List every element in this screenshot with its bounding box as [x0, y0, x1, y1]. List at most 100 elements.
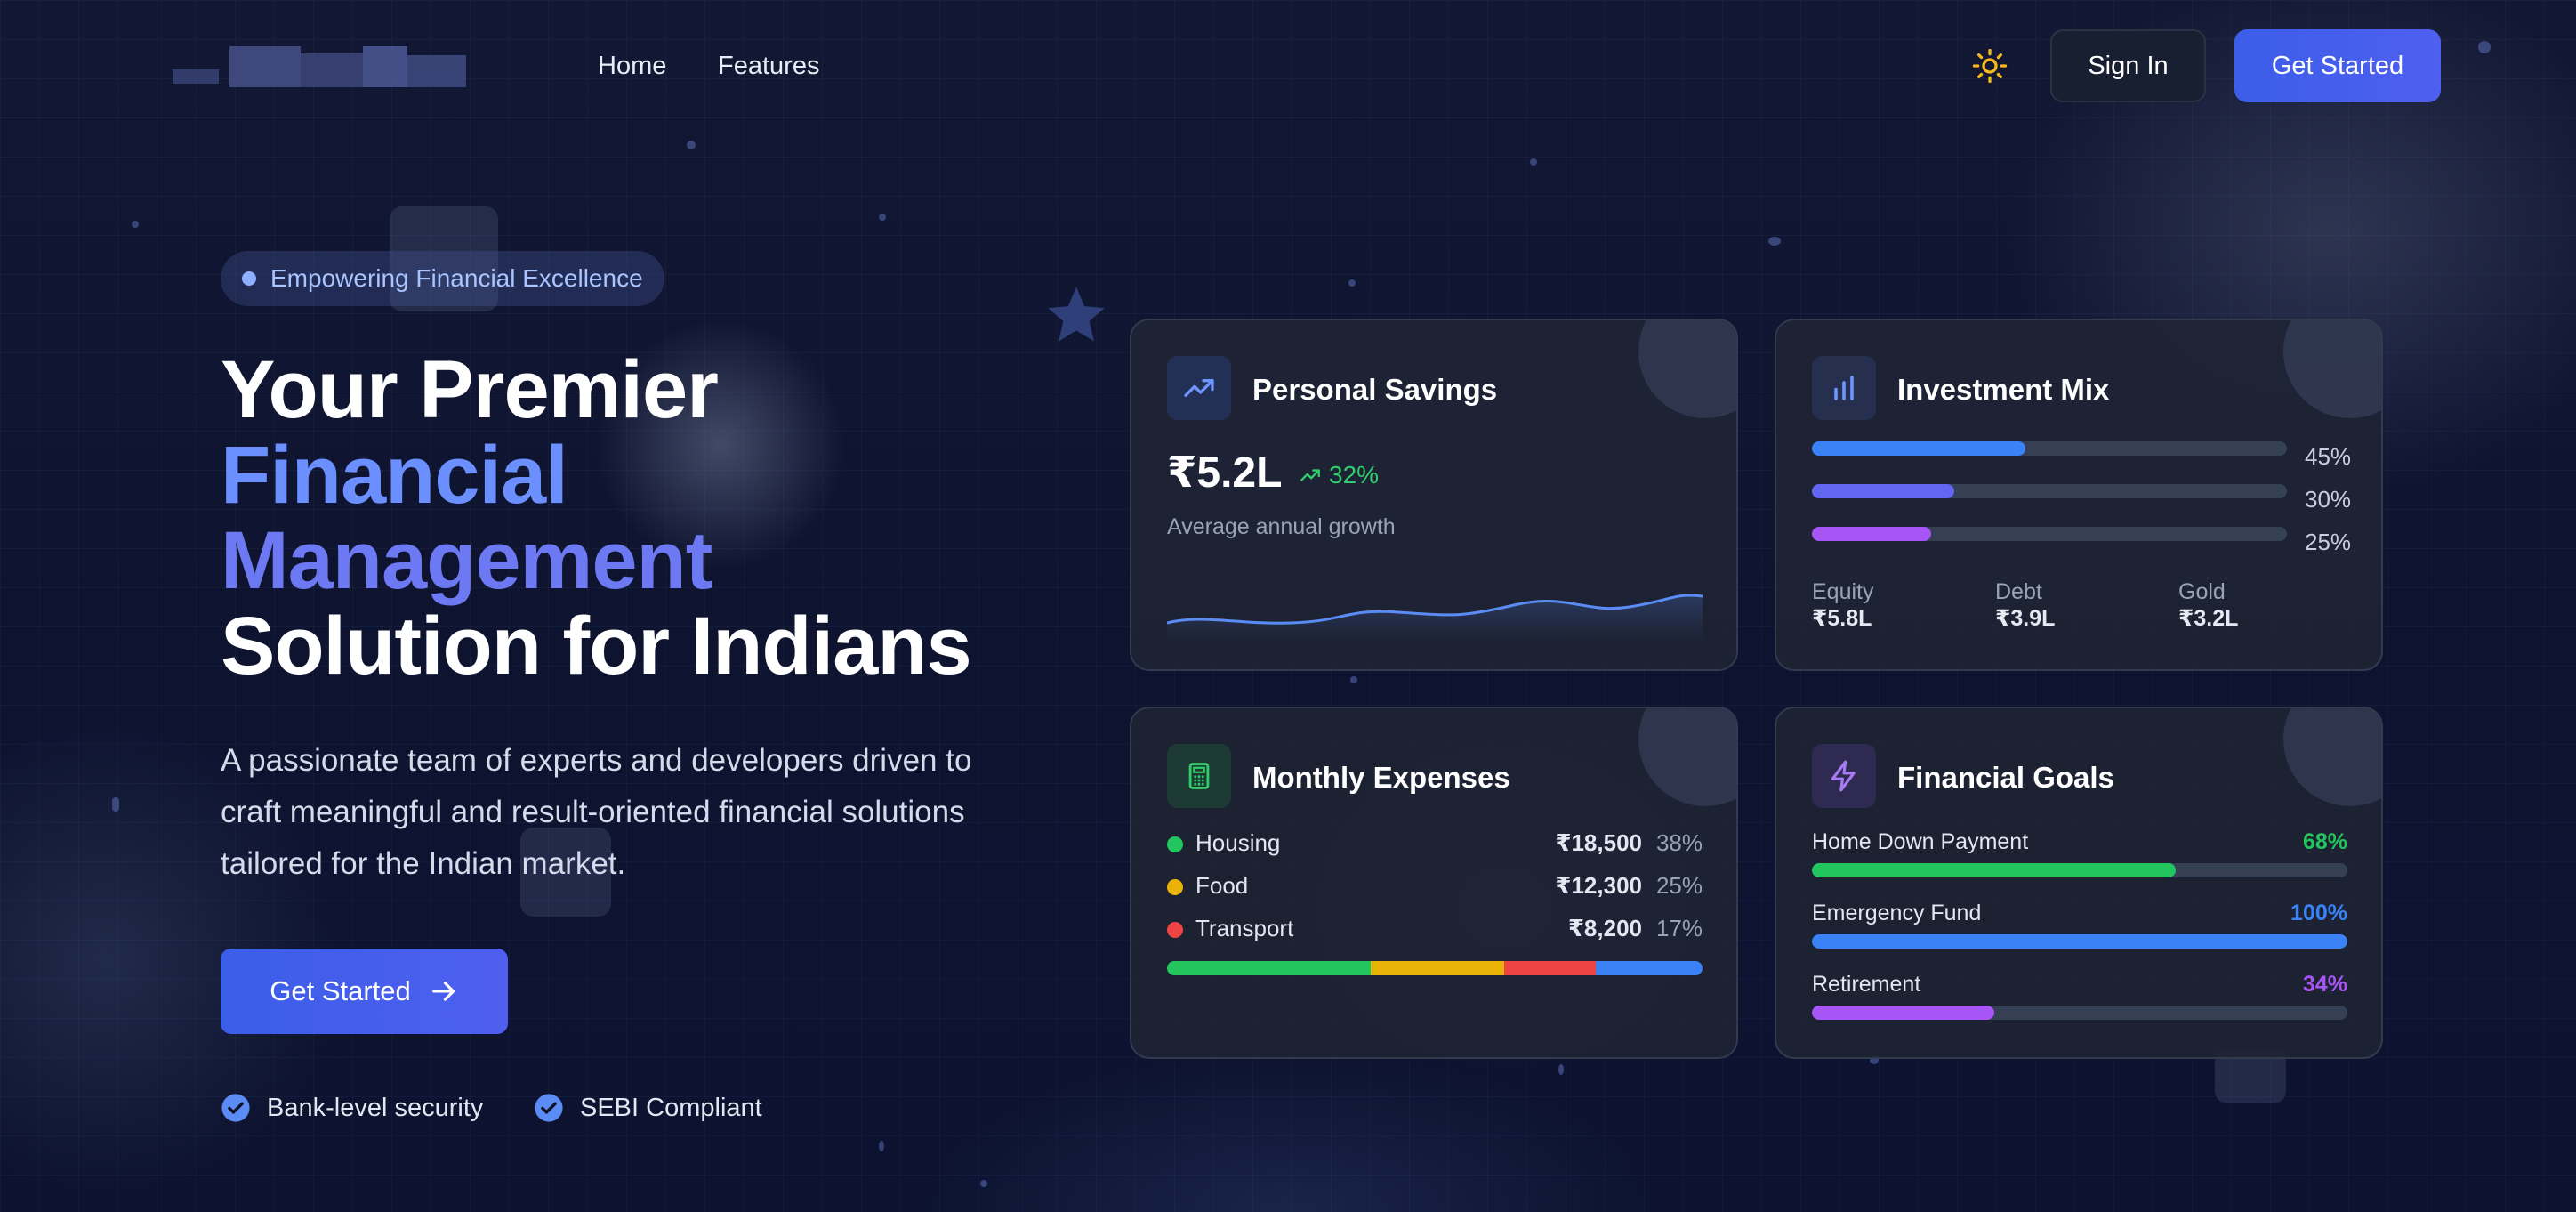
expense-color-dot: [1167, 879, 1183, 895]
expense-row-transport: Transport ₹8,200 17%: [1167, 915, 1703, 945]
expense-amount: ₹18,500: [1555, 829, 1642, 856]
goal-progress-fill: [1812, 863, 2177, 877]
allocation-value: ₹3.9L: [1995, 606, 2056, 631]
monthly-expenses-card: Monthly Expenses Housing ₹18,500 38% Foo…: [1130, 707, 1738, 1059]
expense-color-dot: [1167, 836, 1183, 852]
goal-name: Home Down Payment: [1812, 829, 2029, 854]
investment-mix-card: Investment Mix 45% 30% 25% Equity ₹5.8L …: [1775, 319, 2383, 671]
bar-chart-icon: [1834, 376, 1854, 400]
financial-goals-card: Financial Goals Home Down Payment 68% Em…: [1775, 707, 2383, 1059]
background-dot: [879, 214, 886, 221]
goal-name: Retirement: [1812, 972, 1921, 997]
allocation-value: ₹5.8L: [1812, 606, 1872, 631]
expense-amount: ₹12,300: [1555, 872, 1642, 899]
hero-title-highlight: Financial: [221, 430, 568, 521]
goal-progress-fill: [1812, 1006, 1994, 1020]
expense-amount: ₹8,200: [1567, 915, 1642, 941]
expense-color-dot: [1167, 922, 1183, 938]
goal-percent: 34%: [2302, 972, 2347, 997]
feature-label: Bank-level security: [267, 1093, 484, 1122]
hero-title-highlight: Management: [221, 515, 712, 606]
savings-icon-box: [1167, 356, 1231, 420]
goal-progress-fill: [1812, 934, 2347, 949]
allocation-label: Gold: [2178, 579, 2226, 604]
nav-link-home[interactable]: Home: [598, 52, 666, 80]
expense-percent: 17%: [1655, 915, 1703, 941]
hero-description: A passionate team of experts and develop…: [221, 743, 972, 881]
hero-cta-label: Get Started: [270, 975, 411, 1006]
background-dot: [980, 1180, 987, 1187]
investment-bar-track: [1812, 441, 2287, 456]
background-dot: [1768, 237, 1781, 246]
allocation-equity: Equity ₹5.8L: [1812, 578, 1873, 632]
card-title: Monthly Expenses: [1252, 761, 1510, 794]
feature-bank-security: Bank-level security: [221, 1093, 483, 1123]
savings-growth: 32%: [1299, 461, 1379, 489]
trending-up-icon: [1300, 469, 1320, 481]
investment-bar-percent: 25%: [2305, 529, 2352, 555]
goal-name: Emergency Fund: [1812, 901, 1982, 925]
allocation-gold: Gold ₹3.2L: [2178, 578, 2238, 632]
goal-progress-track: [1812, 1006, 2347, 1020]
goal-progress-track: [1812, 934, 2347, 949]
expense-bar-segment: [1370, 961, 1505, 975]
hero-get-started-button[interactable]: Get Started: [221, 949, 508, 1034]
check-badge-icon: [535, 1094, 563, 1122]
theme-toggle-button[interactable]: [1962, 36, 2017, 96]
hero-badge: Empowering Financial Excellence: [221, 251, 664, 306]
top-navbar: Home Features Sign In Get Started: [0, 0, 2576, 132]
expense-bar-segment: [1504, 961, 1596, 975]
personal-savings-card: Personal Savings ₹5.2L 32% Average annua…: [1130, 319, 1738, 671]
goal-percent: 100%: [2290, 901, 2347, 925]
investment-bar-fill: [1812, 527, 1931, 541]
allocation-label: Equity: [1812, 579, 1874, 604]
trending-up-icon: [1184, 379, 1214, 397]
goal-percent: 68%: [2302, 829, 2347, 854]
growth-percent: 32%: [1329, 461, 1380, 489]
allocation-debt: Debt ₹3.9L: [1995, 578, 2055, 632]
investment-icon-box: [1812, 356, 1876, 420]
check-badge-icon: [221, 1094, 250, 1122]
investment-bar-fill: [1812, 441, 2026, 456]
background-dot: [1558, 1064, 1564, 1075]
hero-title-line: Your Premier: [221, 344, 719, 435]
sign-in-button[interactable]: Sign In: [2050, 29, 2206, 102]
calculator-icon: [1188, 763, 1210, 789]
nav-link-features[interactable]: Features: [718, 52, 819, 80]
investment-bar-percent: 30%: [2305, 486, 2352, 513]
expense-bar-segment: [1167, 961, 1371, 975]
hero-title-line: Solution for Indians: [221, 601, 972, 691]
expenses-icon-box: [1167, 744, 1231, 808]
savings-sparkline: [1167, 594, 1703, 641]
expense-row-housing: Housing ₹18,500 38%: [1167, 829, 1703, 860]
background-dot: [879, 1141, 884, 1151]
background-dot: [1348, 279, 1356, 287]
expense-percent: 38%: [1655, 829, 1703, 856]
investment-bar-track: [1812, 484, 2287, 498]
allocation-label: Debt: [1995, 579, 2042, 604]
feature-sebi-compliant: SEBI Compliant: [534, 1093, 762, 1123]
investment-bar-track: [1812, 527, 2287, 541]
background-dot: [687, 141, 696, 149]
savings-subtitle: Average annual growth: [1167, 514, 1396, 539]
background-dot: [1530, 158, 1537, 166]
expense-name: Food: [1195, 872, 1249, 899]
expense-name: Transport: [1195, 915, 1294, 941]
card-title: Investment Mix: [1897, 373, 2110, 406]
feature-label: SEBI Compliant: [580, 1093, 762, 1122]
sun-icon: [1972, 48, 2008, 84]
card-title: Personal Savings: [1252, 373, 1498, 406]
goal-progress-track: [1812, 863, 2347, 877]
goals-icon-box: [1812, 744, 1876, 808]
expense-stacked-bar: [1167, 961, 1703, 975]
star-icon: [1048, 287, 1105, 342]
background-dot: [1350, 676, 1357, 683]
savings-value: ₹5.2L: [1167, 449, 1283, 497]
nav-get-started-button[interactable]: Get Started: [2234, 29, 2441, 102]
expense-percent: 25%: [1655, 872, 1703, 899]
expense-row-food: Food ₹12,300 25%: [1167, 872, 1703, 902]
arrow-right-icon: [431, 982, 455, 1001]
hero-title: Your Premier Financial Management Soluti…: [221, 344, 972, 691]
brand-logo[interactable]: [173, 46, 466, 87]
background-dot: [132, 221, 139, 228]
